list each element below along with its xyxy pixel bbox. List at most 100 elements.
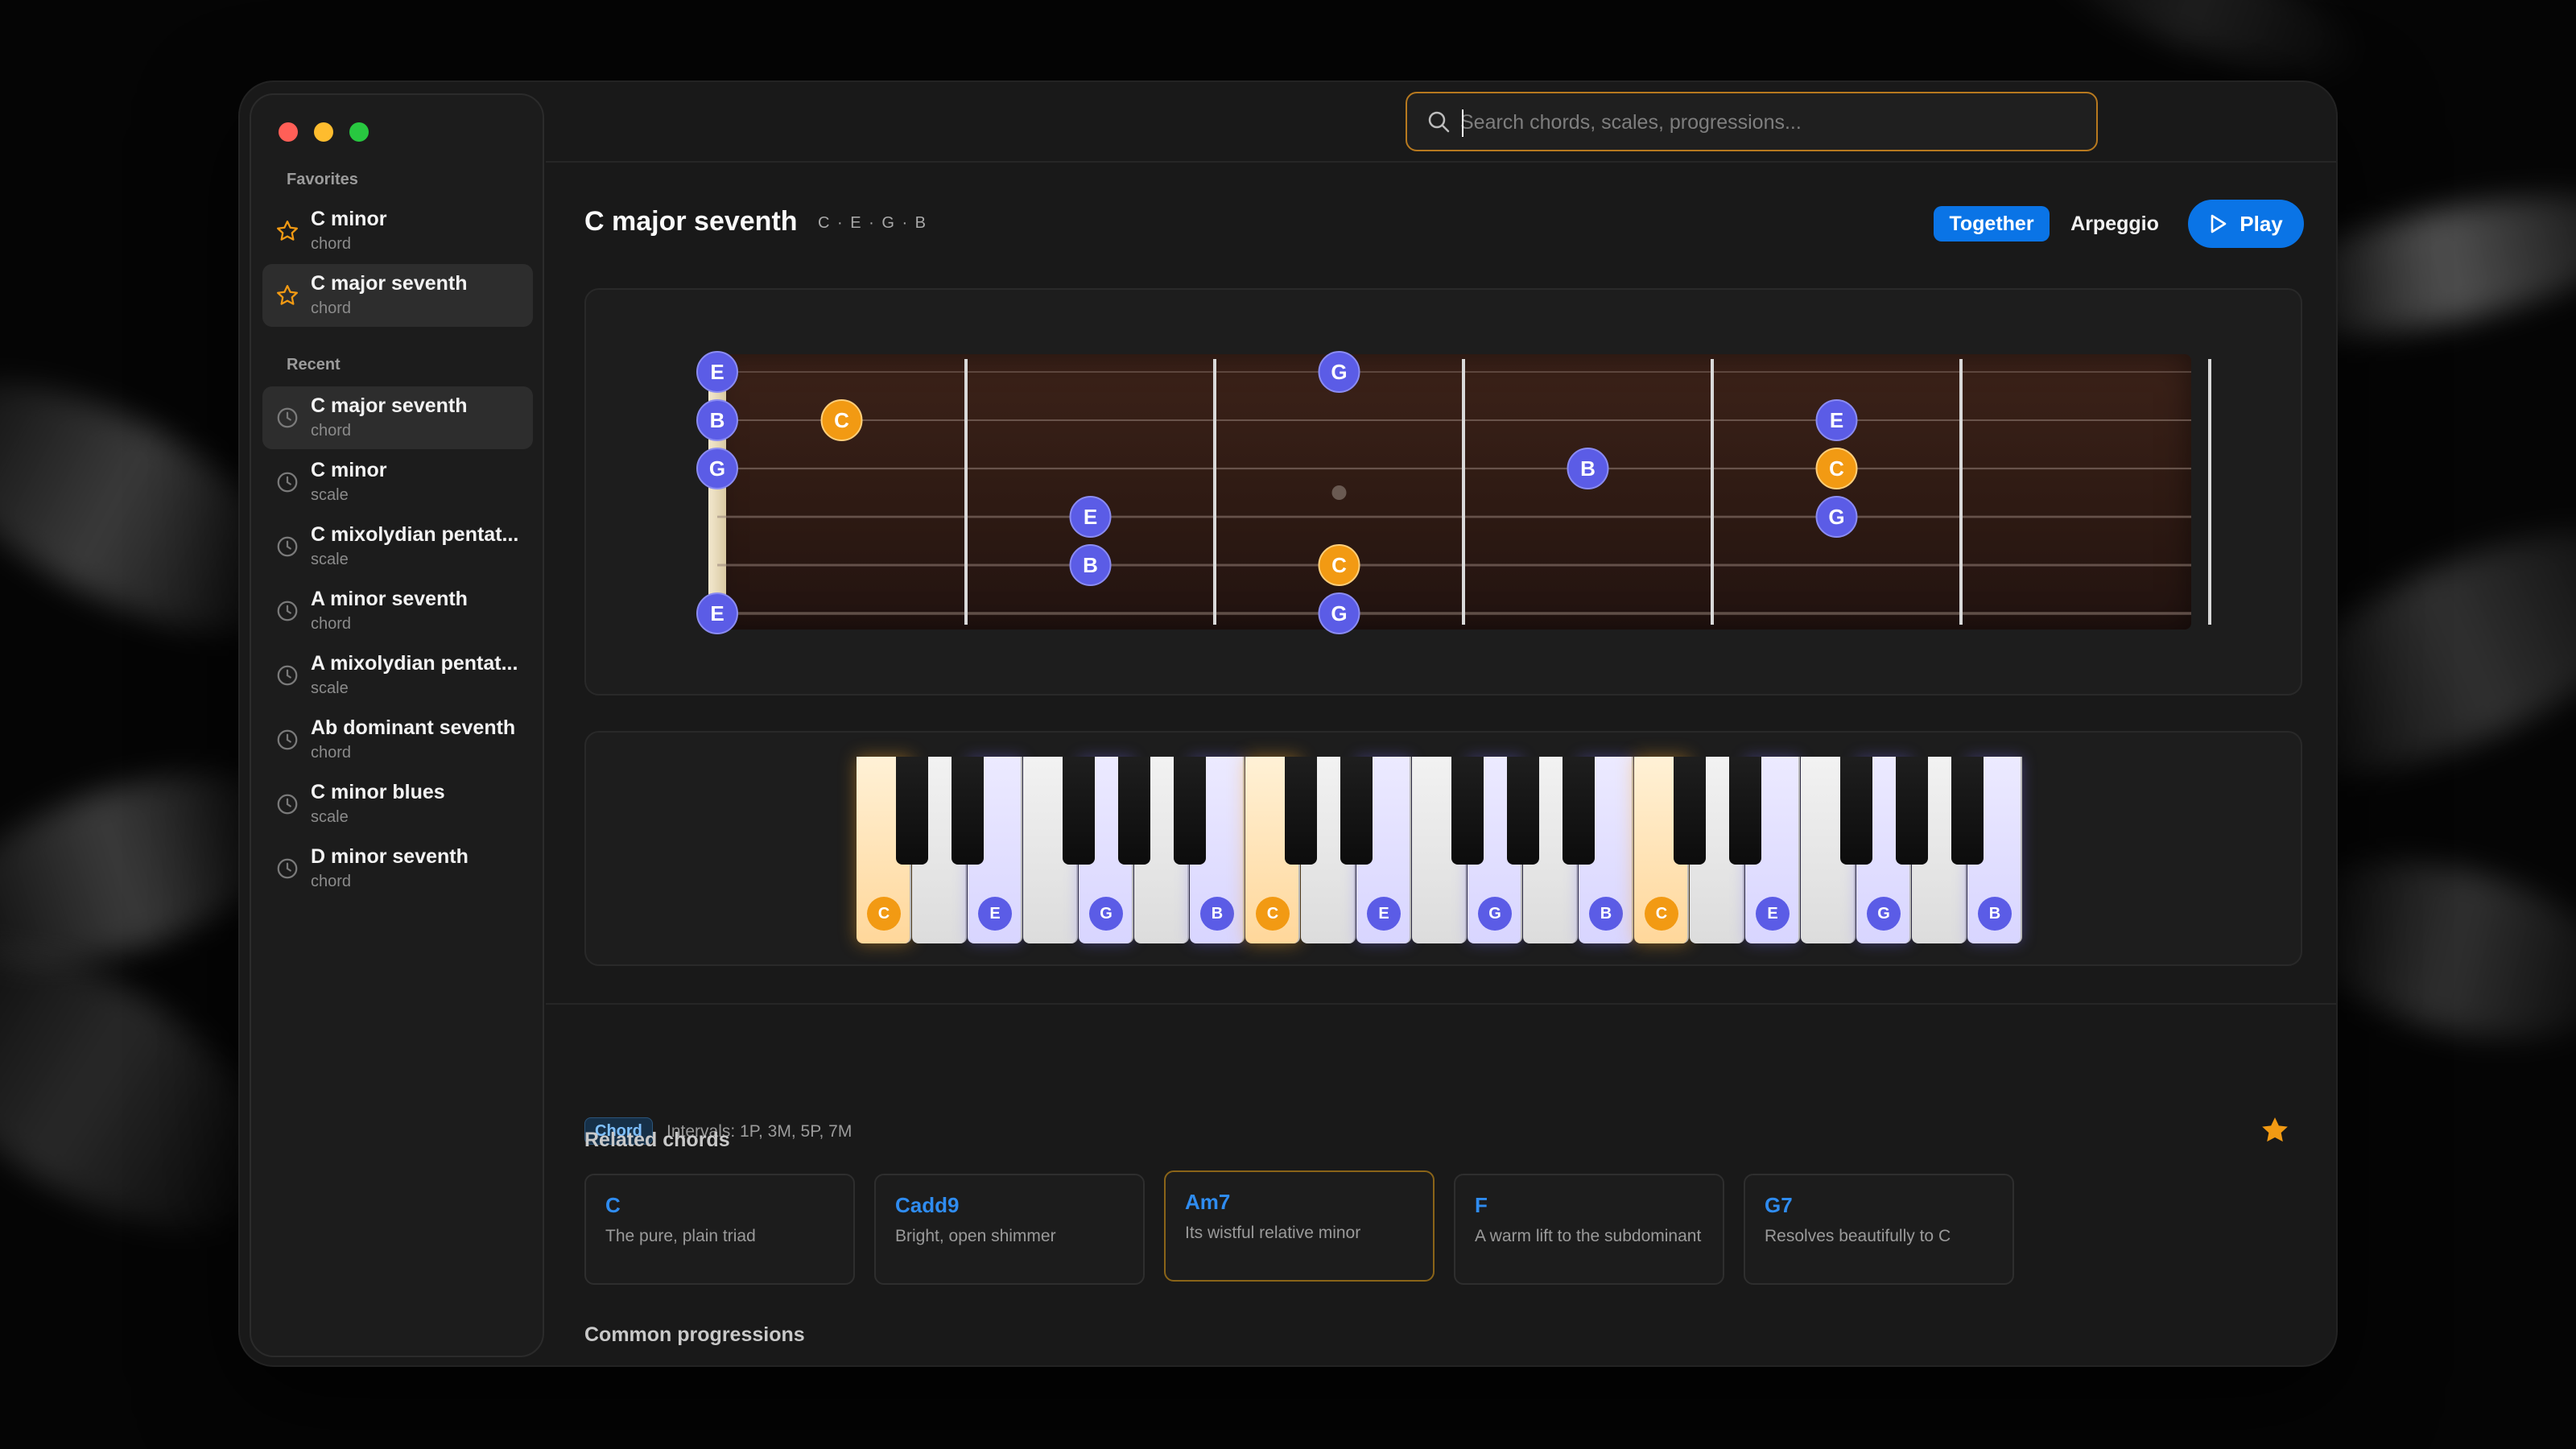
fretboard-note-label: E	[710, 601, 724, 625]
piano-black-key[interactable]	[1340, 757, 1373, 865]
recent-item[interactable]: C minor scale	[262, 451, 533, 514]
clock-icon-wrap	[275, 728, 299, 752]
fretboard-note-label: B	[1083, 553, 1098, 577]
recent-item[interactable]: C mixolydian pentat... scale	[262, 515, 533, 578]
recent-item[interactable]: A minor seventh chord	[262, 580, 533, 642]
piano-note-dot: C	[1645, 897, 1678, 931]
maximize-window-button[interactable]	[349, 122, 369, 142]
section-divider	[546, 1003, 2336, 1005]
favorites-heading: Favorites	[287, 171, 358, 188]
related-chord-description: A warm lift to the subdominant	[1475, 1227, 1702, 1245]
fretboard-panel: EBGECEBGCGBECG	[584, 288, 2302, 696]
close-window-button[interactable]	[279, 122, 298, 142]
item-name: Ab dominant seventh	[311, 716, 516, 739]
minimize-window-button[interactable]	[314, 122, 333, 142]
fretboard-note-label: G	[1331, 601, 1347, 625]
play-button[interactable]: Play	[2188, 200, 2304, 248]
piano-black-key[interactable]	[1951, 757, 1984, 865]
item-kind: chord	[311, 873, 352, 890]
piano-note-dot: G	[1089, 897, 1123, 931]
clock-icon-wrap	[275, 792, 299, 816]
related-chord-card[interactable]: F A warm lift to the subdominant	[1454, 1174, 1724, 1285]
piano-black-key[interactable]	[1563, 757, 1595, 865]
fretboard-note-label: C	[1331, 553, 1347, 577]
piano-note-dot: G	[1478, 897, 1512, 931]
recent-item[interactable]: Ab dominant seventh chord	[262, 708, 533, 771]
clock-icon	[277, 729, 298, 750]
chord-notes: C · E · G · B	[818, 214, 927, 232]
piano-black-key[interactable]	[1674, 757, 1706, 865]
recent-item[interactable]: D minor seventh chord	[262, 837, 533, 900]
mode-together-button[interactable]: Together	[1934, 206, 2050, 242]
related-chord-description: The pure, plain triad	[605, 1227, 756, 1245]
item-name: C mixolydian pentat...	[311, 523, 519, 546]
piano-note-dot: E	[1367, 897, 1401, 931]
piano-note-dot: B	[1978, 897, 2012, 931]
item-kind: scale	[311, 551, 349, 568]
fretboard-diagram: EBGECEBGCGBECG	[696, 351, 2211, 634]
fretboard-note-label: E	[710, 360, 724, 384]
favorite-item[interactable]: C minor chord	[262, 200, 533, 262]
piano-black-key[interactable]	[952, 757, 984, 865]
piano-black-key[interactable]	[1285, 757, 1317, 865]
clock-icon-wrap	[275, 470, 299, 494]
star-icon	[277, 285, 298, 305]
recent-heading: Recent	[287, 356, 341, 374]
item-kind: chord	[311, 235, 352, 253]
fretboard-note-label: B	[1580, 456, 1596, 481]
related-chord-name: G7	[1765, 1193, 1793, 1217]
clock-icon-wrap	[275, 857, 299, 881]
star-icon-wrap	[275, 283, 299, 308]
piano-black-key[interactable]	[1451, 757, 1484, 865]
favorite-star-icon[interactable]	[2259, 1114, 2291, 1146]
related-chord-card[interactable]: G7 Resolves beautifully to C	[1744, 1174, 2014, 1285]
piano-note-dot: B	[1589, 897, 1623, 931]
mode-arpeggio-button[interactable]: Arpeggio	[2054, 206, 2175, 242]
item-kind: scale	[311, 679, 349, 697]
recent-item[interactable]: C major seventh chord	[262, 386, 533, 449]
recent-item[interactable]: C minor blues scale	[262, 773, 533, 836]
piano-black-key[interactable]	[1840, 757, 1872, 865]
favorite-item[interactable]: C major seventh chord	[262, 264, 533, 327]
window-controls	[279, 122, 369, 142]
play-icon	[2211, 214, 2227, 233]
piano-black-key[interactable]	[1896, 757, 1928, 865]
item-name: C major seventh	[311, 394, 468, 417]
related-chord-description: Bright, open shimmer	[895, 1227, 1056, 1245]
piano-black-key[interactable]	[1118, 757, 1150, 865]
item-kind: chord	[311, 744, 352, 762]
toolbar	[546, 82, 2336, 163]
item-name: A mixolydian pentat...	[311, 652, 518, 675]
piano-keyboard: CEGBCEGBCEGB	[857, 757, 2025, 943]
clock-icon-wrap	[275, 599, 299, 623]
item-name: D minor seventh	[311, 845, 469, 868]
clock-icon	[277, 472, 298, 493]
playback-mode-toggle: Together Arpeggio	[1934, 201, 2175, 246]
related-chord-card[interactable]: Cadd9 Bright, open shimmer	[874, 1174, 1145, 1285]
related-chord-card[interactable]: C The pure, plain triad	[584, 1174, 855, 1285]
fretboard-note-label: C	[1829, 456, 1844, 481]
item-kind: chord	[311, 615, 352, 633]
item-kind: scale	[311, 486, 349, 504]
clock-icon-wrap	[275, 406, 299, 430]
clock-icon-wrap	[275, 535, 299, 559]
related-chord-name: F	[1475, 1193, 1488, 1217]
piano-black-key[interactable]	[1729, 757, 1761, 865]
piano-black-key[interactable]	[1174, 757, 1206, 865]
piano-black-key[interactable]	[1507, 757, 1539, 865]
piano-black-key[interactable]	[896, 757, 928, 865]
search-box[interactable]	[1406, 92, 2098, 151]
fretboard-note-label: E	[1084, 505, 1097, 529]
piano-black-key[interactable]	[1063, 757, 1095, 865]
fretboard-note-label: E	[1830, 408, 1843, 432]
related-chord-card[interactable]: Am7 Its wistful relative minor	[1164, 1170, 1435, 1282]
search-input[interactable]	[1460, 106, 2072, 138]
app-window: Favorites C minor chord C major seventh cho…	[238, 80, 2338, 1367]
clock-icon	[277, 536, 298, 557]
fretboard-note-label: G	[1828, 505, 1844, 529]
recent-item[interactable]: A mixolydian pentat... scale	[262, 644, 533, 707]
piano-note-dot: E	[1756, 897, 1790, 931]
clock-icon	[277, 858, 298, 879]
item-name: A minor seventh	[311, 588, 468, 610]
search-icon	[1428, 111, 1450, 133]
